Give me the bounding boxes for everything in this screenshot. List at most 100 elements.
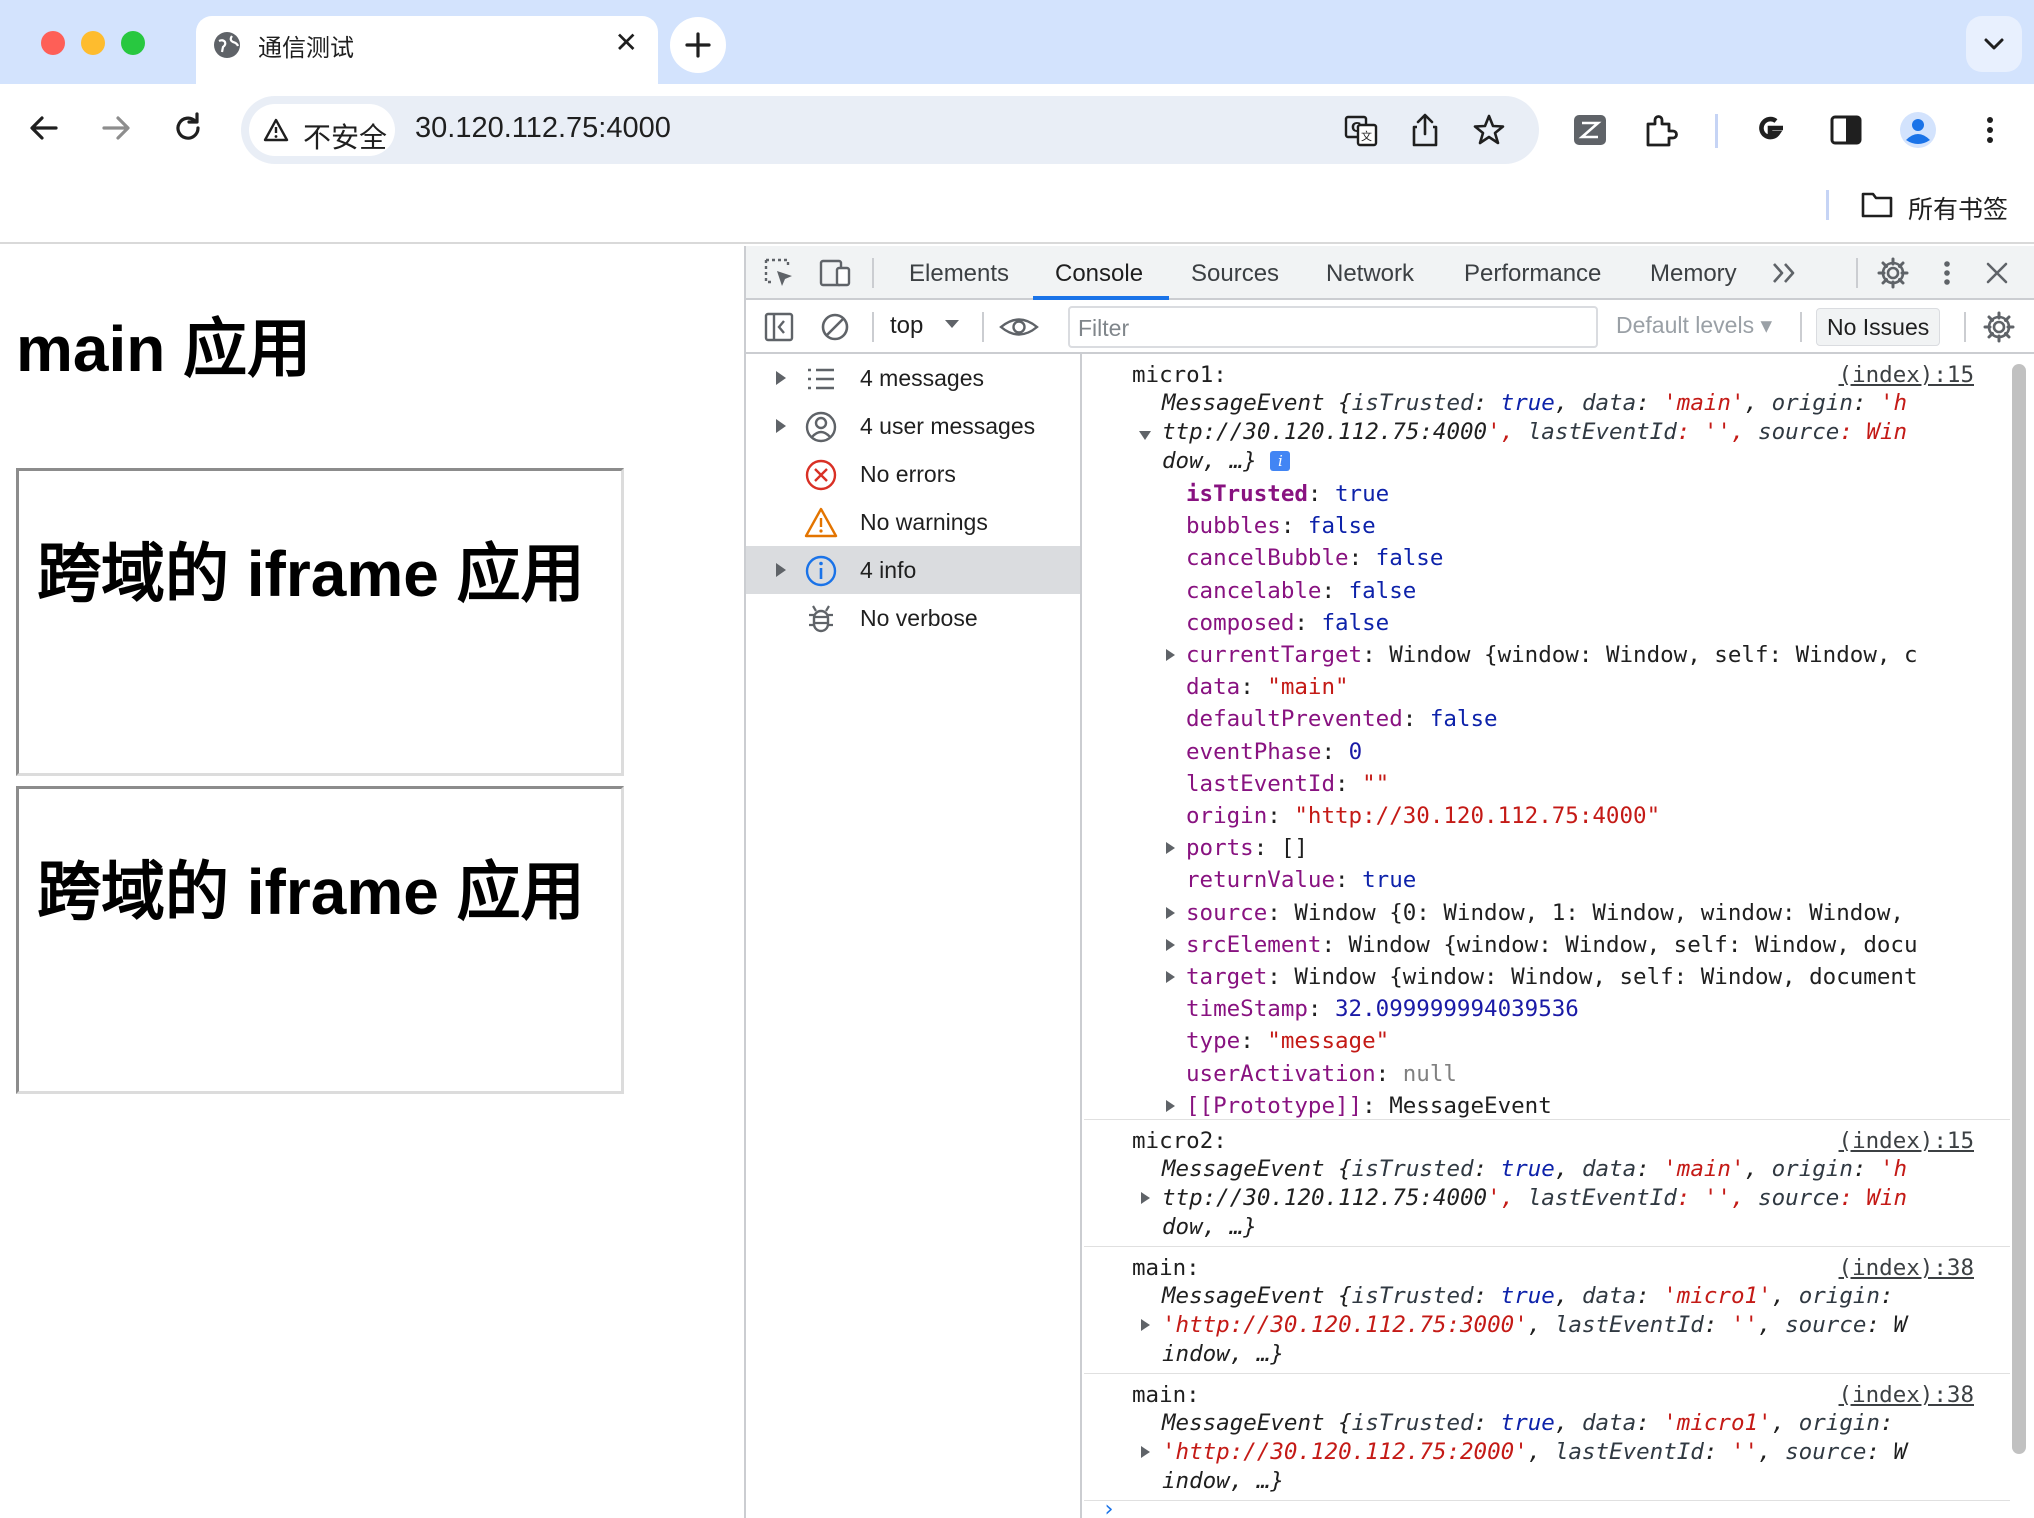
source-link[interactable]: (index):38 bbox=[1839, 1253, 1974, 1283]
console-message[interactable]: micro1: (index):15 MessageEvent {isTrusted… bbox=[1084, 354, 2010, 1120]
toolbar-separator bbox=[872, 258, 874, 288]
console-message[interactable]: main: (index):38 MessageEvent {isTrusted: … bbox=[1084, 1247, 2010, 1374]
devtools-menu-icon[interactable] bbox=[1930, 256, 1964, 290]
extensions-puzzle-icon[interactable] bbox=[1642, 110, 1682, 150]
property-expand-icon[interactable] bbox=[1166, 971, 1175, 983]
translate-icon[interactable]: G 文 bbox=[1343, 112, 1379, 148]
expand-toggle-icon[interactable] bbox=[1141, 1446, 1150, 1458]
property-row: returnValue: true bbox=[1186, 867, 1417, 894]
window-close-button[interactable] bbox=[41, 31, 65, 55]
source-link[interactable]: (index):15 bbox=[1839, 360, 1974, 390]
close-icon[interactable] bbox=[1980, 256, 2014, 290]
property-row: origin: "http://30.120.112.75:4000" bbox=[1186, 803, 1661, 829]
property-expand-icon[interactable] bbox=[1166, 1099, 1175, 1112]
bookmarks-separator bbox=[1826, 190, 1829, 220]
filter-input[interactable]: Filter bbox=[1068, 306, 1598, 348]
more-tabs-icon[interactable] bbox=[1768, 256, 1802, 290]
live-expression-eye-icon[interactable] bbox=[998, 310, 1040, 344]
chevron-down-icon bbox=[1984, 38, 2004, 50]
console-message[interactable]: micro2: (index):15 MessageEvent {isTrusted… bbox=[1084, 1120, 2010, 1247]
tab-performance[interactable]: Performance bbox=[1464, 260, 1601, 288]
error-icon bbox=[805, 459, 837, 491]
sidebar-item-errors[interactable]: No errors bbox=[746, 450, 1080, 498]
property-expand-icon[interactable] bbox=[1166, 649, 1175, 661]
security-chip[interactable]: 不安全 bbox=[249, 104, 395, 156]
console-prompt-caret-icon[interactable]: › bbox=[1102, 1494, 1116, 1518]
back-icon[interactable] bbox=[24, 108, 64, 148]
tab-search-button[interactable] bbox=[1966, 16, 2022, 72]
console-settings-icon[interactable] bbox=[1982, 310, 2016, 344]
forward-icon[interactable] bbox=[96, 108, 136, 148]
all-bookmarks-label: 所有书签 bbox=[1908, 196, 2009, 224]
devtools-tab-bar: Elements Console Sources Network Perform… bbox=[746, 246, 2034, 300]
console-output[interactable]: micro1: (index):15 MessageEvent {isTrusted… bbox=[1084, 354, 2034, 1518]
browser-tab[interactable]: 通信测试 ✕ bbox=[196, 16, 658, 84]
share-icon[interactable] bbox=[1407, 112, 1443, 148]
tab-network[interactable]: Network bbox=[1326, 260, 1414, 288]
iframe-frame-2[interactable]: 跨域的 iframe 应用 bbox=[16, 786, 624, 1094]
message-prefix: micro1: bbox=[1132, 362, 1227, 388]
issues-button[interactable]: No Issues bbox=[1816, 308, 1941, 346]
iframe-frame-1[interactable]: 跨域的 iframe 应用 bbox=[16, 468, 624, 776]
context-selector[interactable]: top bbox=[890, 312, 923, 340]
tab-title: 通信测试 bbox=[258, 35, 354, 62]
message-summary-line: indow, …} bbox=[1162, 1468, 1284, 1494]
list-icon bbox=[808, 368, 834, 390]
profile-avatar-icon[interactable] bbox=[1898, 110, 1938, 150]
devtools-panel: Elements Console Sources Network Perform… bbox=[744, 246, 2034, 1518]
sidebar-item-user-messages[interactable]: 4 user messages bbox=[746, 402, 1080, 450]
address-bar[interactable]: 不安全 30.120.112.75:4000 G 文 bbox=[241, 96, 1539, 164]
property-expand-icon[interactable] bbox=[1166, 938, 1175, 951]
tab-sources[interactable]: Sources bbox=[1191, 260, 1279, 288]
property-row: data: "main" bbox=[1186, 674, 1349, 701]
expand-toggle-icon[interactable] bbox=[1141, 1319, 1150, 1331]
window-zoom-button[interactable] bbox=[121, 31, 145, 55]
tab-close-icon[interactable]: ✕ bbox=[615, 28, 638, 58]
source-link[interactable]: (index):38 bbox=[1839, 1380, 1974, 1410]
expand-arrow-icon[interactable] bbox=[776, 371, 786, 385]
dropdown-triangle-icon[interactable] bbox=[940, 312, 964, 336]
clear-console-icon[interactable] bbox=[818, 310, 852, 344]
sidebar-item-warnings[interactable]: No warnings bbox=[746, 498, 1080, 546]
expand-toggle-icon[interactable] bbox=[1141, 1192, 1150, 1204]
info-badge-icon: i bbox=[1270, 451, 1291, 471]
google-icon[interactable] bbox=[1750, 110, 1790, 150]
sidebar-toggle-icon[interactable] bbox=[762, 310, 796, 344]
new-tab-button[interactable] bbox=[670, 17, 726, 73]
log-levels-dropdown[interactable]: Default levels ▾ bbox=[1616, 312, 1772, 339]
window-minimize-button[interactable] bbox=[81, 31, 105, 55]
bookmark-star-icon[interactable] bbox=[1471, 112, 1507, 148]
property-row: cancelBubble: false bbox=[1186, 545, 1444, 572]
console-scrollbar[interactable] bbox=[2012, 364, 2026, 1454]
tab-elements[interactable]: Elements bbox=[909, 260, 1009, 288]
filter-placeholder: Filter bbox=[1078, 315, 1130, 341]
sidebar-item-verbose[interactable]: No verbose bbox=[746, 594, 1080, 642]
expand-arrow-icon[interactable] bbox=[776, 419, 786, 433]
sidebar-item-info[interactable]: 4 info bbox=[746, 546, 1080, 594]
property-row: bubbles: false bbox=[1186, 513, 1376, 540]
kebab-menu-icon[interactable] bbox=[1970, 110, 2010, 150]
toolbar-separator bbox=[1800, 312, 1802, 342]
source-link[interactable]: (index):15 bbox=[1839, 1126, 1974, 1156]
sidebar-item-messages[interactable]: 4 messages bbox=[746, 354, 1080, 402]
settings-gear-icon[interactable] bbox=[1876, 256, 1910, 290]
expand-arrow-icon[interactable] bbox=[776, 563, 786, 577]
tab-memory[interactable]: Memory bbox=[1650, 260, 1737, 288]
device-toolbar-icon[interactable] bbox=[818, 256, 852, 290]
extension-z-icon[interactable] bbox=[1570, 110, 1610, 150]
property-row: cancelable: false bbox=[1186, 577, 1417, 604]
property-expand-icon[interactable] bbox=[1166, 906, 1175, 919]
console-message[interactable]: main: (index):38 MessageEvent {isTrusted: … bbox=[1084, 1374, 2010, 1501]
property-row: type: "message" bbox=[1186, 1028, 1390, 1055]
inspect-element-icon[interactable] bbox=[762, 256, 796, 290]
message-summary-line: MessageEvent {isTrusted: true, data: 'ma… bbox=[1162, 1156, 1908, 1182]
message-prefix: main: bbox=[1132, 1255, 1200, 1281]
property-expand-icon[interactable] bbox=[1166, 842, 1175, 855]
reload-icon[interactable] bbox=[168, 108, 208, 148]
expand-toggle-icon[interactable] bbox=[1139, 431, 1151, 440]
property-row: composed: false bbox=[1186, 609, 1390, 636]
url-text[interactable]: 30.120.112.75:4000 bbox=[415, 112, 671, 145]
side-panel-icon[interactable] bbox=[1826, 110, 1866, 150]
security-label: 不安全 bbox=[303, 122, 388, 153]
tab-console[interactable]: Console bbox=[1055, 260, 1143, 288]
